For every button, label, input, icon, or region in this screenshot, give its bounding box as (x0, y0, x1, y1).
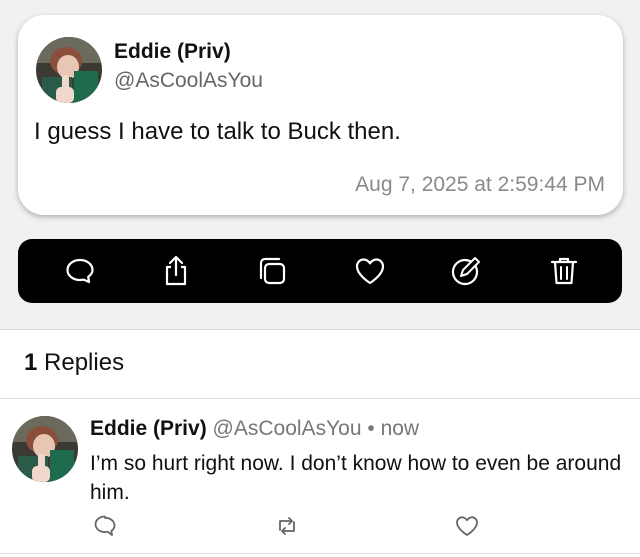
replies-label: Replies (37, 349, 125, 376)
section-divider (0, 329, 640, 330)
replies-divider (0, 398, 640, 399)
post-action-toolbar (18, 239, 622, 303)
reply-separator: • (367, 417, 375, 440)
post-timestamp: Aug 7, 2025 at 2:59:44 PM (355, 173, 605, 196)
replies-header: 1 Replies (24, 349, 124, 377)
reply-comment-button[interactable] (92, 513, 118, 539)
repost-button[interactable] (274, 513, 300, 539)
comment-button[interactable] (62, 253, 98, 289)
share-icon (165, 255, 187, 286)
copy-button[interactable] (254, 253, 290, 289)
avatar-photo-icon (12, 416, 78, 482)
share-button[interactable] (158, 253, 194, 289)
delete-icon (550, 257, 578, 285)
reply-author-avatar[interactable] (12, 416, 78, 482)
copy-icon (259, 257, 286, 285)
avatar-photo-icon (36, 37, 102, 103)
edit-button[interactable] (448, 253, 484, 289)
comment-icon (94, 515, 116, 536)
delete-button[interactable] (546, 253, 582, 289)
reply-time: now (380, 417, 420, 440)
author-avatar[interactable] (36, 37, 102, 103)
reply-bottom-divider (0, 553, 640, 554)
author-handle[interactable]: @AsCoolAsYou (114, 69, 263, 93)
reply-author-handle[interactable]: @AsCoolAsYou (213, 417, 362, 440)
reply-header: Eddie (Priv) @AsCoolAsYou • now (90, 417, 419, 441)
like-icon (456, 516, 478, 536)
like-button[interactable] (352, 253, 388, 289)
author-name[interactable]: Eddie (Priv) (114, 40, 231, 64)
reply-text: I’m so hurt right now. I don’t know how … (90, 452, 622, 504)
reply-author-name[interactable]: Eddie (Priv) (90, 417, 207, 440)
replies-count: 1 (24, 349, 38, 376)
like-icon (355, 258, 385, 285)
reply-like-button[interactable] (454, 513, 480, 539)
repost-icon (279, 517, 295, 535)
post-text: I guess I have to talk to Buck then. (34, 118, 401, 145)
comment-icon (66, 258, 94, 284)
edit-icon (451, 257, 480, 286)
post-card: Eddie (Priv) @AsCoolAsYou I guess I have… (18, 15, 623, 215)
